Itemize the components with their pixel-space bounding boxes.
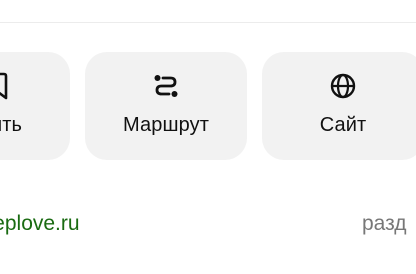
save-button[interactable]: нить: [0, 52, 70, 160]
site-button-label: Сайт: [319, 114, 367, 136]
place-card-screen: нить Маршрут Сайт weplove.ru разд: [0, 0, 416, 274]
route-button-label: Маршрут: [123, 114, 209, 136]
site-button[interactable]: Сайт: [262, 52, 416, 160]
route-icon: [152, 72, 180, 100]
website-link[interactable]: weplove.ru: [0, 212, 80, 236]
globe-icon: [329, 72, 357, 100]
section-label: разд: [362, 212, 407, 235]
top-divider: [0, 22, 416, 23]
route-button[interactable]: Маршрут: [85, 52, 247, 160]
bookmark-icon: [0, 72, 12, 100]
save-button-label: нить: [0, 114, 22, 136]
